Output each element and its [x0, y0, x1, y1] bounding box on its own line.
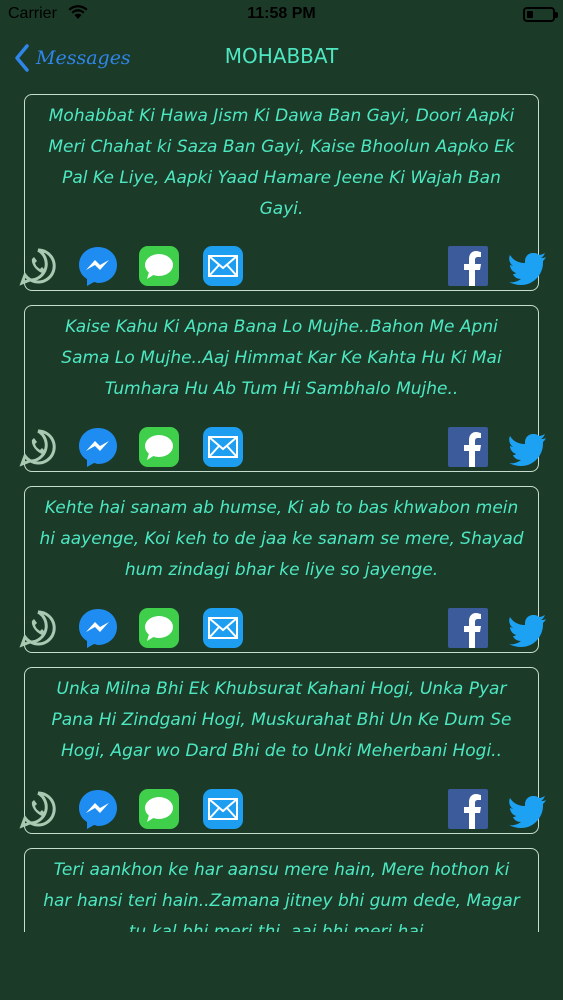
messenger-share-button[interactable]: [77, 426, 119, 468]
twitter-icon: [509, 253, 547, 285]
mail-icon: [202, 426, 244, 468]
message-share-button[interactable]: [138, 788, 180, 830]
messenger-icon: [77, 788, 119, 830]
whatsapp-share-button[interactable]: [17, 788, 59, 830]
bottom-area: [0, 932, 563, 1000]
message-share-button[interactable]: [138, 607, 180, 649]
mail-icon: [202, 245, 244, 287]
facebook-share-button[interactable]: [447, 245, 489, 287]
facebook-icon: [447, 426, 489, 468]
nav-bar: Messages MOHABBAT: [0, 30, 563, 86]
messenger-icon: [77, 426, 119, 468]
message-share-button[interactable]: [138, 426, 180, 468]
mail-share-button[interactable]: [202, 607, 244, 649]
facebook-share-button[interactable]: [447, 426, 489, 468]
mail-share-button[interactable]: [202, 426, 244, 468]
message-icon: [138, 426, 180, 468]
message-list[interactable]: Mohabbat Ki Hawa Jism Ki Dawa Ban Gayi, …: [0, 86, 563, 932]
battery-icon: [523, 7, 558, 22]
mail-icon: [202, 788, 244, 830]
messenger-share-button[interactable]: [77, 245, 119, 287]
whatsapp-icon: [17, 788, 59, 830]
whatsapp-icon: [17, 607, 59, 649]
message-text[interactable]: Teri aankhon ke har aansu mere hain, Mer…: [39, 855, 524, 932]
whatsapp-icon: [17, 245, 59, 287]
twitter-icon: [509, 796, 547, 828]
twitter-share-button[interactable]: [509, 253, 547, 285]
twitter-share-button[interactable]: [509, 434, 547, 466]
message-card: Teri aankhon ke har aansu mere hain, Mer…: [24, 848, 539, 932]
twitter-icon: [509, 615, 547, 647]
message-text[interactable]: Unka Milna Bhi Ek Khubsurat Kahani Hogi,…: [39, 674, 524, 767]
twitter-share-button[interactable]: [509, 615, 547, 647]
twitter-icon: [509, 434, 547, 466]
message-text[interactable]: Mohabbat Ki Hawa Jism Ki Dawa Ban Gayi, …: [39, 101, 524, 225]
message-icon: [138, 245, 180, 287]
facebook-icon: [447, 245, 489, 287]
facebook-icon: [447, 607, 489, 649]
message-icon: [138, 788, 180, 830]
whatsapp-icon: [17, 426, 59, 468]
messenger-icon: [77, 607, 119, 649]
whatsapp-share-button[interactable]: [17, 607, 59, 649]
message-card: Mohabbat Ki Hawa Jism Ki Dawa Ban Gayi, …: [19, 94, 546, 291]
facebook-share-button[interactable]: [447, 788, 489, 830]
mail-share-button[interactable]: [202, 788, 244, 830]
mail-share-button[interactable]: [202, 245, 244, 287]
messenger-icon: [77, 245, 119, 287]
message-text[interactable]: Kaise Kahu Ki Apna Bana Lo Mujhe..Bahon …: [39, 312, 524, 405]
message-card: Unka Milna Bhi Ek Khubsurat Kahani Hogi,…: [19, 667, 546, 834]
message-share-button[interactable]: [138, 245, 180, 287]
twitter-share-button[interactable]: [509, 796, 547, 828]
page-title: MOHABBAT: [224, 44, 339, 68]
facebook-icon: [447, 788, 489, 830]
status-time: 11:58 PM: [247, 5, 316, 22]
message-card: Kehte hai sanam ab humse, Ki ab to bas k…: [19, 486, 546, 653]
messenger-share-button[interactable]: [77, 607, 119, 649]
message-card: Kaise Kahu Ki Apna Bana Lo Mujhe..Bahon …: [19, 305, 546, 472]
facebook-share-button[interactable]: [447, 607, 489, 649]
whatsapp-share-button[interactable]: [17, 245, 59, 287]
message-icon: [138, 607, 180, 649]
whatsapp-share-button[interactable]: [17, 426, 59, 468]
message-text[interactable]: Kehte hai sanam ab humse, Ki ab to bas k…: [39, 493, 524, 586]
mail-icon: [202, 607, 244, 649]
messenger-share-button[interactable]: [77, 788, 119, 830]
status-bar: Carrier 11:58 PM: [0, 0, 563, 30]
